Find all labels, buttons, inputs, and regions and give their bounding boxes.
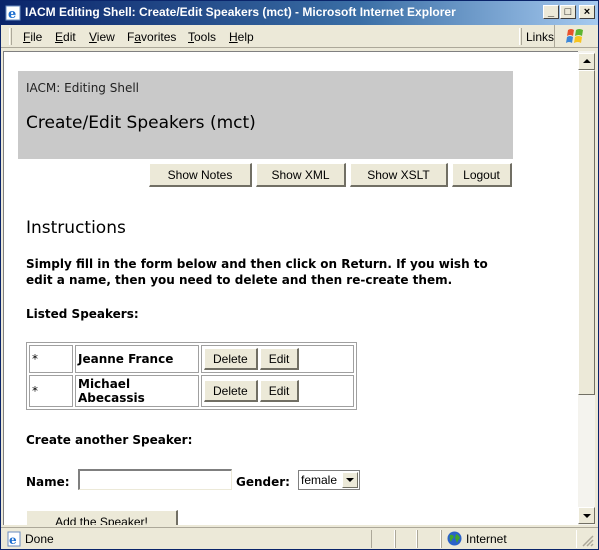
- windows-logo-icon: [566, 29, 583, 43]
- status-bar: e Done Internet: [1, 527, 598, 549]
- menu-file[interactable]: File: [23, 30, 42, 44]
- status-pane: [417, 530, 441, 548]
- scrollbar-thumb[interactable]: [578, 70, 595, 395]
- menu-view[interactable]: View: [89, 30, 115, 44]
- row-actions: Delete Edit: [201, 345, 354, 373]
- minimize-button[interactable]: _: [543, 5, 559, 19]
- header-subtitle: IACM: Editing Shell: [26, 81, 140, 95]
- maximize-button[interactable]: □: [560, 5, 576, 19]
- browser-window: e IACM Editing Shell: Create/Edit Speake…: [0, 0, 599, 550]
- vertical-scrollbar[interactable]: [578, 51, 595, 525]
- edit-button[interactable]: Edit: [259, 348, 300, 370]
- page-title: Create/Edit Speakers (mct): [26, 113, 256, 133]
- row-actions: Delete Edit: [201, 375, 354, 407]
- status-pane: [395, 530, 417, 548]
- scroll-down-arrow-icon[interactable]: [578, 507, 595, 524]
- table-row: * Jeanne France Delete Edit: [29, 345, 354, 373]
- ie-icon: e: [5, 5, 21, 21]
- maximize-icon: □: [564, 6, 572, 18]
- page-viewport: IACM: Editing Shell Create/Edit Speakers…: [3, 51, 578, 525]
- name-input[interactable]: [78, 469, 232, 490]
- globe-icon: [447, 531, 462, 546]
- minimize-icon: _: [547, 6, 555, 18]
- divider: [554, 25, 555, 47]
- instructions-text: Simply fill in the form below and then c…: [26, 257, 488, 287]
- window-title: IACM Editing Shell: Create/Edit Speakers…: [25, 5, 456, 19]
- add-speaker-button[interactable]: Add the Speaker!: [26, 510, 178, 525]
- show-xslt-button[interactable]: Show XSLT: [350, 163, 448, 187]
- show-notes-button[interactable]: Show Notes: [149, 163, 252, 187]
- speakers-table: * Jeanne France Delete Edit * Michael Abe…: [26, 342, 357, 410]
- logout-button[interactable]: Logout: [452, 163, 512, 187]
- menu-help[interactable]: Help: [229, 30, 254, 44]
- page-icon: e: [7, 531, 21, 547]
- scroll-up-arrow-icon[interactable]: [578, 53, 595, 70]
- show-xml-button[interactable]: Show XML: [256, 163, 346, 187]
- listed-speakers-label: Listed Speakers:: [26, 307, 139, 321]
- table-row: * Michael Abecassis Delete Edit: [29, 375, 354, 407]
- status-text: Done: [25, 532, 54, 546]
- speaker-name: Jeanne France: [75, 345, 199, 373]
- gender-selected-value: female: [301, 473, 338, 487]
- menu-bar: File Edit View Favorites Tools Help Link…: [1, 25, 598, 48]
- edit-button[interactable]: Edit: [259, 380, 300, 402]
- links-grip[interactable]: [519, 28, 522, 45]
- security-zone-text: Internet: [466, 532, 507, 546]
- delete-button[interactable]: Delete: [204, 348, 258, 370]
- menu-tools[interactable]: Tools: [188, 30, 216, 44]
- name-label: Name:: [26, 475, 70, 489]
- chevron-down-icon[interactable]: [342, 472, 358, 488]
- page-header: IACM: Editing Shell Create/Edit Speakers…: [18, 71, 513, 159]
- row-marker: *: [29, 345, 73, 373]
- close-button[interactable]: ×: [579, 5, 595, 19]
- status-pane: [371, 530, 395, 548]
- gender-select[interactable]: female: [298, 470, 360, 490]
- instructions-heading: Instructions: [26, 218, 126, 238]
- resize-grip-icon[interactable]: [581, 534, 594, 547]
- speaker-name: Michael Abecassis: [75, 375, 199, 407]
- svg-text:e: e: [8, 7, 16, 21]
- title-bar[interactable]: e IACM Editing Shell: Create/Edit Speake…: [1, 1, 598, 25]
- gender-label: Gender:: [236, 475, 290, 489]
- row-marker: *: [29, 375, 73, 407]
- menu-favorites[interactable]: Favorites: [127, 30, 176, 44]
- links-button[interactable]: Links: [526, 30, 554, 44]
- create-speaker-heading: Create another Speaker:: [26, 433, 193, 447]
- toolbar-grip[interactable]: [9, 28, 12, 45]
- menu-edit[interactable]: Edit: [55, 30, 76, 44]
- close-icon: ×: [583, 6, 591, 18]
- delete-button[interactable]: Delete: [204, 380, 258, 402]
- svg-text:e: e: [9, 533, 17, 547]
